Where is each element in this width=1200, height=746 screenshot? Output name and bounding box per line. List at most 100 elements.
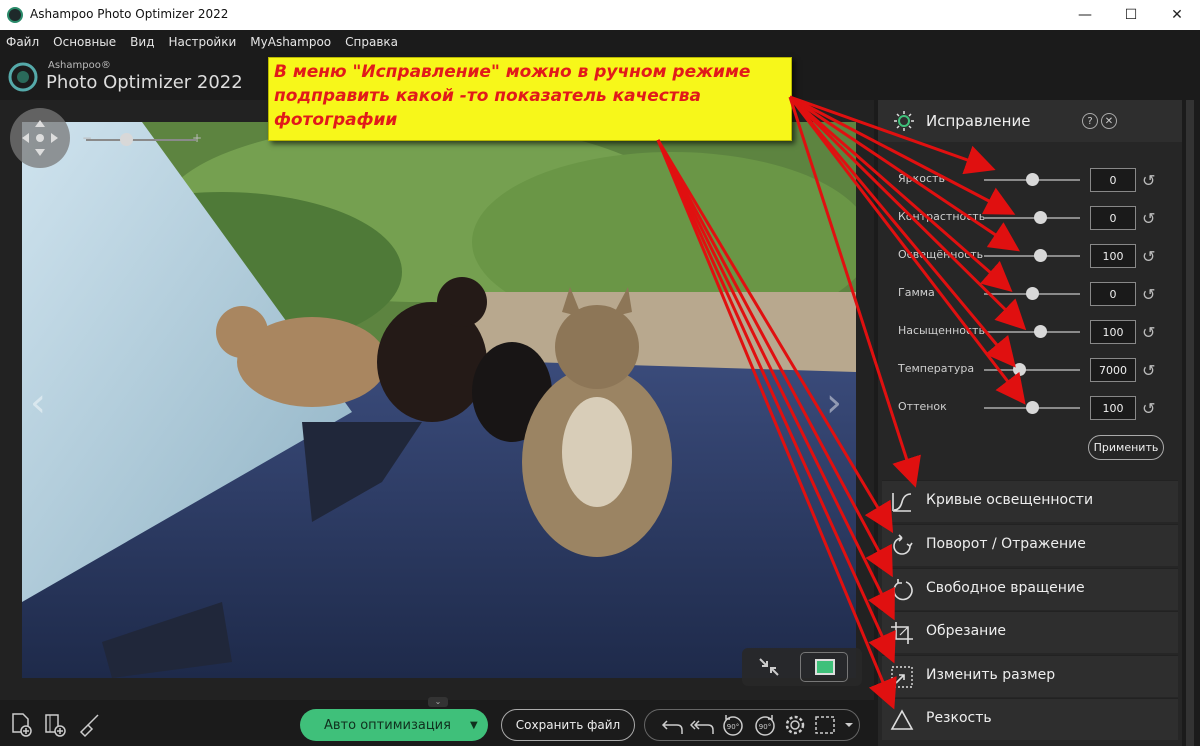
menu-myashampoo[interactable]: MyAshampoo [250,35,331,49]
slider-row: Температура 7000 ↺ [898,358,1168,382]
photo-cats-on-car-image [22,122,856,678]
annotation-text: В меню "Исправление" можно в ручном режи… [274,62,751,130]
rotate-right-90-icon[interactable]: 90° [752,712,778,738]
previous-image-arrow[interactable]: ‹ [30,380,46,426]
save-file-button[interactable]: Сохранить файл [501,709,635,741]
slider-knob[interactable] [1026,401,1039,414]
undo-icon[interactable] [660,712,686,738]
slider-row: Контрастность 0 ↺ [898,206,1168,230]
tool-item[interactable]: Изменить размер [882,655,1178,697]
slider-track[interactable] [984,369,1080,371]
menu-basic[interactable]: Основные [53,35,116,49]
settings-gear-icon[interactable] [782,712,808,738]
menu-help[interactable]: Справка [345,35,398,49]
slider-value-input[interactable]: 100 [1090,396,1136,420]
menu-view[interactable]: Вид [130,35,154,49]
sun-brightness-icon [894,111,914,131]
slider-row: Яркость 0 ↺ [898,168,1168,192]
compare-view-icon[interactable] [756,655,782,679]
tool-label: Кривые освещенности [926,492,1094,508]
slider-label: Насыщенность [898,324,985,337]
zoom-slider-knob[interactable] [120,133,133,146]
free-rotate-icon [893,579,913,601]
clean-broom-icon[interactable] [76,712,102,738]
selection-rect-icon[interactable] [812,712,838,738]
photo-preview[interactable] [22,122,856,678]
slider-value-input[interactable]: 0 [1090,282,1136,306]
tool-label: Изменить размер [926,667,1056,683]
slider-row: Гамма 0 ↺ [898,282,1168,306]
tool-item[interactable]: Резкость [882,698,1178,740]
ashampoo-logo-icon [8,62,38,92]
reset-icon[interactable]: ↺ [1142,323,1155,342]
tool-label: Обрезание [926,623,1007,639]
close-button[interactable]: ✕ [1154,0,1200,30]
tool-item[interactable]: Свободное вращение [882,568,1178,610]
help-icon[interactable]: ? [1082,113,1098,129]
rotate-left-90-icon[interactable]: 90° [720,712,746,738]
panel-close-icon[interactable]: ✕ [1101,113,1117,129]
slider-knob[interactable] [1034,211,1047,224]
slider-track[interactable] [984,255,1080,257]
slider-track[interactable] [984,217,1080,219]
title-bar: Ashampoo Photo Optimizer 2022 — ☐ ✕ [0,0,1200,30]
brand-vendor: Ashampoo® [48,60,111,71]
view-mode-controls [742,648,862,686]
undo-all-icon[interactable] [690,712,716,738]
slider-row: Оттенок 100 ↺ [898,396,1168,420]
slider-knob[interactable] [1013,363,1026,376]
reset-icon[interactable]: ↺ [1142,399,1155,418]
zoom-in-icon[interactable]: + [192,131,202,145]
collapse-toolbar-tab[interactable]: ⌄ [428,697,448,707]
next-image-arrow[interactable]: › [826,380,842,426]
slider-value-input[interactable]: 0 [1090,168,1136,192]
auto-optimize-dropdown-icon[interactable]: ▼ [470,720,478,731]
slider-row: Освещённость 100 ↺ [898,244,1168,268]
pan-navigator[interactable] [10,108,70,168]
minimize-button[interactable]: — [1062,0,1108,30]
zoom-out-icon[interactable]: − [82,131,92,145]
more-actions-chevron-icon[interactable] [842,712,856,738]
reset-icon[interactable]: ↺ [1142,247,1155,266]
slider-knob[interactable] [1026,173,1039,186]
slider-knob[interactable] [1034,325,1047,338]
tool-label: Поворот / Отражение [926,536,1086,552]
panel-title: Исправление [926,112,1031,130]
tool-item[interactable]: Поворот / Отражение [882,524,1178,566]
slider-value-input[interactable]: 100 [1090,244,1136,268]
slider-value-input[interactable]: 7000 [1090,358,1136,382]
tool-item[interactable]: Обрезание [882,611,1178,653]
menu-file[interactable]: Файл [6,35,39,49]
menu-settings[interactable]: Настройки [169,35,237,49]
slider-track[interactable] [984,331,1080,333]
single-view-icon [815,659,835,675]
zoom-slider[interactable] [86,139,196,141]
reset-icon[interactable]: ↺ [1142,361,1155,380]
add-file-icon[interactable] [8,712,34,738]
tool-item[interactable]: Кривые освещенности [882,480,1178,522]
tool-label: Свободное вращение [926,580,1085,596]
apply-button[interactable]: Применить [1088,435,1164,460]
reset-icon[interactable]: ↺ [1142,171,1155,190]
brand-product: Photo Optimizer 2022 [46,72,243,93]
window-title: Ashampoo Photo Optimizer 2022 [30,7,229,21]
reset-icon[interactable]: ↺ [1142,209,1155,228]
slider-row: Насыщенность 100 ↺ [898,320,1168,344]
add-folder-icon[interactable] [42,712,68,738]
slider-knob[interactable] [1034,249,1047,262]
single-view-button[interactable] [800,652,848,682]
rotate-flip-icon [893,534,913,555]
slider-knob[interactable] [1026,287,1039,300]
reset-icon[interactable]: ↺ [1142,285,1155,304]
menu-bar: Файл Основные Вид Настройки MyAshampoo С… [0,30,1200,54]
slider-value-input[interactable]: 100 [1090,320,1136,344]
panel-scrollbar[interactable] [1186,100,1194,746]
auto-optimize-button[interactable]: Авто оптимизация [300,709,488,741]
slider-label: Яркость [898,172,945,185]
slider-value-input[interactable]: 0 [1090,206,1136,230]
maximize-button[interactable]: ☐ [1108,0,1154,30]
curves-icon [892,493,912,512]
tool-label: Резкость [926,710,992,726]
crop-icon [891,622,913,644]
slider-label: Контрастность [898,210,986,223]
